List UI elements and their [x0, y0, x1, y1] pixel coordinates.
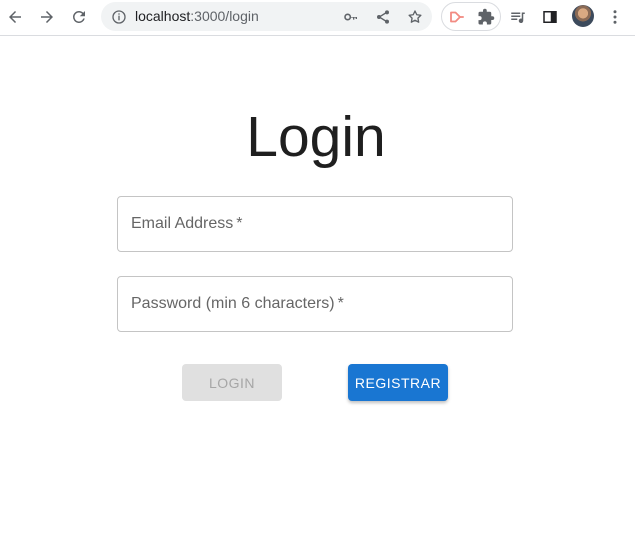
share-icon[interactable] — [373, 7, 393, 27]
forward-button[interactable] — [34, 4, 60, 30]
browser-toolbar: localhost:3000/login — [0, 0, 635, 36]
play-outline-icon[interactable] — [446, 7, 468, 27]
login-button[interactable]: LOGIN — [182, 364, 282, 401]
extensions-pill — [441, 2, 501, 31]
info-icon[interactable] — [110, 8, 127, 25]
puzzle-icon[interactable] — [475, 7, 497, 27]
arrow-right-icon — [41, 11, 53, 23]
reload-button[interactable] — [66, 4, 92, 30]
side-panel-button[interactable] — [537, 4, 563, 30]
url-host: localhost — [135, 8, 191, 24]
avatar[interactable] — [572, 5, 594, 27]
email-field[interactable]: Email Address * — [117, 196, 513, 252]
register-button[interactable]: REGISTRAR — [348, 364, 448, 401]
address-bar[interactable]: localhost:3000/login — [101, 2, 432, 31]
kebab-menu-icon — [613, 10, 617, 24]
email-input[interactable] — [118, 197, 512, 251]
page-title: Login — [246, 105, 386, 169]
key-icon[interactable] — [341, 7, 361, 27]
reload-icon — [72, 10, 85, 23]
star-icon[interactable] — [405, 7, 425, 27]
side-panel-icon — [543, 11, 557, 23]
media-queue-icon — [511, 12, 525, 24]
password-field[interactable]: Password (min 6 characters) * — [117, 276, 513, 332]
browser-menu-button[interactable] — [602, 4, 628, 30]
url-text[interactable]: localhost:3000/login — [135, 2, 259, 31]
url-path: :3000/login — [190, 8, 259, 24]
back-button[interactable] — [2, 4, 28, 30]
password-input[interactable] — [118, 277, 512, 331]
arrow-left-icon — [9, 11, 21, 23]
media-queue-button[interactable] — [505, 4, 531, 30]
